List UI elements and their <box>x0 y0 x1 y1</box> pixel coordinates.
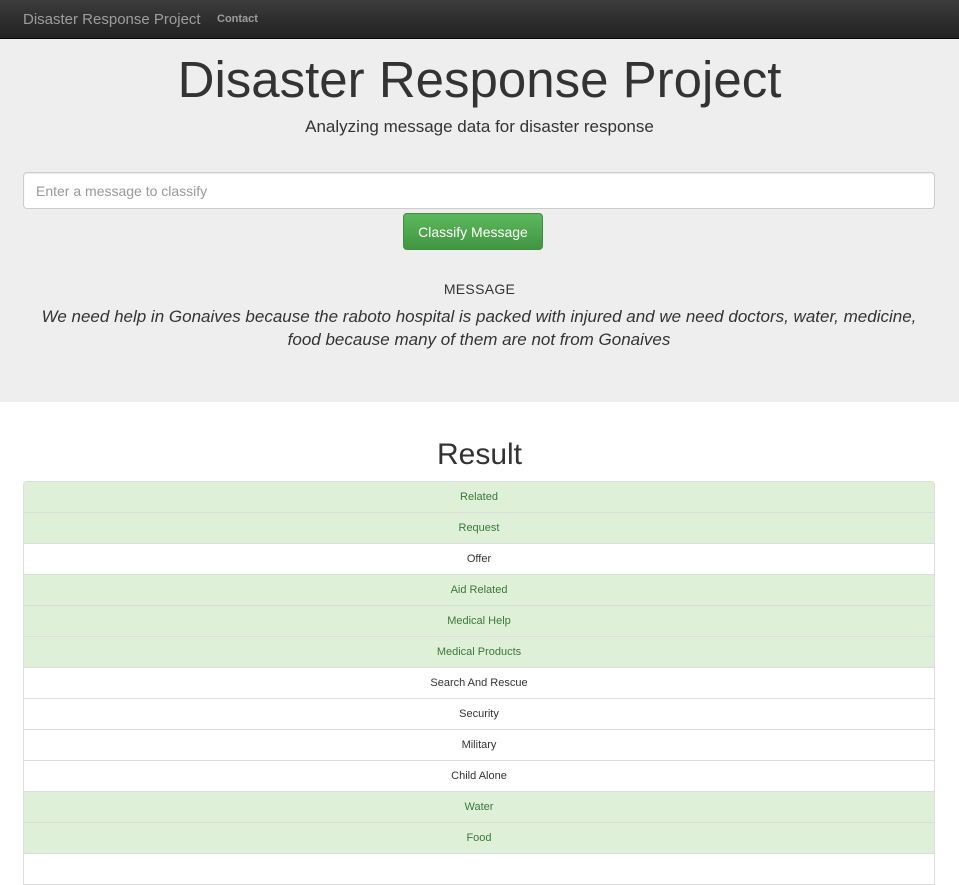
result-category-item: Medical Help <box>23 605 935 637</box>
classify-message-button[interactable]: Classify Message <box>403 213 543 250</box>
result-category-item <box>23 853 935 885</box>
result-category-item: Offer <box>23 543 935 575</box>
page-title: Disaster Response Project <box>177 51 782 108</box>
result-category-item: Child Alone <box>23 760 935 792</box>
message-input[interactable] <box>23 172 935 209</box>
result-category-item: Military <box>23 729 935 761</box>
result-category-item: Medical Products <box>23 636 935 668</box>
page-subtitle: Analyzing message data for disaster resp… <box>305 117 654 136</box>
message-heading: MESSAGE <box>443 281 516 297</box>
result-category-item: Water <box>23 791 935 823</box>
nav-link-contact[interactable]: Contact <box>217 13 258 25</box>
jumbotron: Disaster Response Project Analyzing mess… <box>0 39 959 402</box>
result-category-item: Food <box>23 822 935 854</box>
navbar: Disaster Response Project Contact <box>0 0 959 39</box>
result-category-item: Request <box>23 512 935 544</box>
result-heading: Result <box>436 438 523 471</box>
message-text: We need help in Gonaives because the rab… <box>41 307 917 349</box>
result-category-item: Security <box>23 698 935 730</box>
result-category-item: Related <box>23 481 935 513</box>
result-category-item: Search And Rescue <box>23 667 935 699</box>
navbar-brand[interactable]: Disaster Response Project <box>23 11 201 28</box>
result-category-item: Aid Related <box>23 574 935 606</box>
result-category-list: Related Request Offer Aid Related Medical He… <box>23 481 935 885</box>
